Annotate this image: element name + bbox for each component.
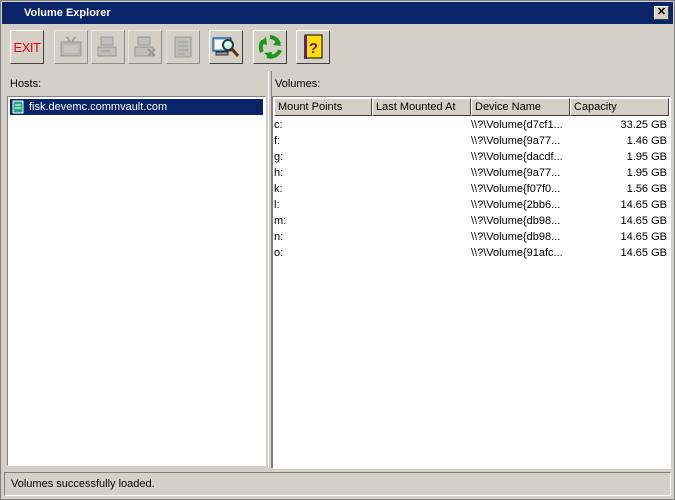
mount-point-cell: o: bbox=[274, 247, 284, 259]
device-name-cell: \\?\Volume{9a77... bbox=[471, 135, 561, 147]
title-bar: Volume Explorer ✕ bbox=[2, 2, 673, 24]
device-name-cell: \\?\Volume{dacdf... bbox=[471, 151, 563, 163]
mount-point-cell: f: bbox=[274, 135, 281, 147]
table-row[interactable]: n: \\?\Volume{db98... 14.65 GB bbox=[273, 230, 669, 246]
exit-label: EXIT bbox=[13, 39, 41, 55]
capacity-cell: 1.56 GB bbox=[626, 183, 667, 195]
device-name-cell: \\?\Volume{9a77... bbox=[471, 167, 561, 179]
capacity-cell: 1.46 GB bbox=[626, 135, 667, 147]
mount-point-cell: k: bbox=[274, 183, 283, 195]
table-row[interactable]: k: \\?\Volume{f07f0... 1.56 GB bbox=[273, 182, 669, 198]
volumes-label: Volumes: bbox=[275, 78, 321, 90]
capacity-cell: 1.95 GB bbox=[626, 151, 667, 163]
table-row[interactable]: m: \\?\Volume{db98... 14.65 GB bbox=[273, 214, 669, 230]
mount-point-cell: n: bbox=[274, 231, 284, 243]
host-add-button[interactable] bbox=[91, 30, 125, 64]
capacity-cell: 33.25 GB bbox=[620, 119, 667, 131]
capacity-cell: 14.65 GB bbox=[620, 215, 667, 227]
device-name-cell: \\?\Volume{91afc... bbox=[471, 247, 563, 259]
table-row[interactable]: h: \\?\Volume{9a77... 1.95 GB bbox=[273, 166, 669, 182]
close-icon[interactable]: ✕ bbox=[654, 6, 669, 20]
volume-explorer-window: Volume Explorer ✕ EXIT ? Hosts: fisk.dev… bbox=[0, 0, 675, 500]
table-row[interactable]: c: \\?\Volume{d7cf1... 33.25 GB bbox=[273, 118, 669, 134]
list-button[interactable] bbox=[166, 30, 200, 64]
mount-point-cell: l: bbox=[274, 199, 280, 211]
help-button[interactable]: ? bbox=[296, 30, 330, 64]
mount-point-cell: h: bbox=[274, 167, 284, 179]
tv-button[interactable] bbox=[54, 30, 88, 64]
capacity-cell: 14.65 GB bbox=[620, 199, 667, 211]
host-remove-button[interactable] bbox=[128, 30, 162, 64]
hosts-list[interactable]: fisk.devemc.commvault.com bbox=[7, 96, 266, 466]
status-bar: Volumes successfully loaded. bbox=[4, 472, 671, 496]
window-title: Volume Explorer bbox=[24, 7, 111, 19]
device-name-cell: \\?\Volume{db98... bbox=[471, 231, 561, 243]
table-row[interactable]: l: \\?\Volume{2bb6... 14.65 GB bbox=[273, 198, 669, 214]
device-name-cell: \\?\Volume{f07f0... bbox=[471, 183, 561, 195]
tv-icon bbox=[60, 36, 82, 57]
table-row[interactable]: o: \\?\Volume{91afc... 14.65 GB bbox=[273, 246, 669, 262]
column-header-device-name[interactable]: Device Name bbox=[471, 98, 570, 116]
server-icon bbox=[97, 36, 117, 57]
svg-text:?: ? bbox=[309, 40, 318, 57]
magnifier-icon bbox=[212, 37, 240, 57]
column-header-last-mounted[interactable]: Last Mounted At bbox=[372, 98, 471, 116]
refresh-button[interactable] bbox=[253, 30, 287, 64]
capacity-cell: 1.95 GB bbox=[626, 167, 667, 179]
toolbar: EXIT ? bbox=[2, 25, 673, 69]
host-item[interactable]: fisk.devemc.commvault.com bbox=[10, 99, 263, 115]
explore-button[interactable] bbox=[209, 30, 243, 64]
list-icon bbox=[174, 36, 192, 58]
table-row[interactable]: f: \\?\Volume{9a77... 1.46 GB bbox=[273, 134, 669, 150]
status-text: Volumes successfully loaded. bbox=[11, 478, 155, 490]
capacity-cell: 14.65 GB bbox=[620, 247, 667, 259]
hosts-label: Hosts: bbox=[10, 78, 42, 90]
column-header-capacity[interactable]: Capacity bbox=[570, 98, 669, 116]
refresh-arrows-icon bbox=[258, 35, 282, 59]
server-x-icon bbox=[134, 36, 156, 57]
host-icon bbox=[12, 100, 24, 114]
help-book-icon: ? bbox=[304, 34, 323, 59]
device-name-cell: \\?\Volume{d7cf1... bbox=[471, 119, 563, 131]
mount-point-cell: m: bbox=[274, 215, 287, 227]
volumes-table[interactable]: Mount Points Last Mounted At Device Name… bbox=[272, 96, 671, 469]
capacity-cell: 14.65 GB bbox=[620, 231, 667, 243]
mount-point-cell: g: bbox=[274, 151, 284, 163]
mount-point-cell: c: bbox=[274, 119, 283, 131]
column-header-mount-points[interactable]: Mount Points bbox=[274, 98, 372, 116]
device-name-cell: \\?\Volume{2bb6... bbox=[471, 199, 561, 211]
exit-button[interactable]: EXIT bbox=[10, 30, 44, 64]
device-name-cell: \\?\Volume{db98... bbox=[471, 215, 561, 227]
host-item-label: fisk.devemc.commvault.com bbox=[29, 101, 168, 113]
table-row[interactable]: g: \\?\Volume{dacdf... 1.95 GB bbox=[273, 150, 669, 166]
